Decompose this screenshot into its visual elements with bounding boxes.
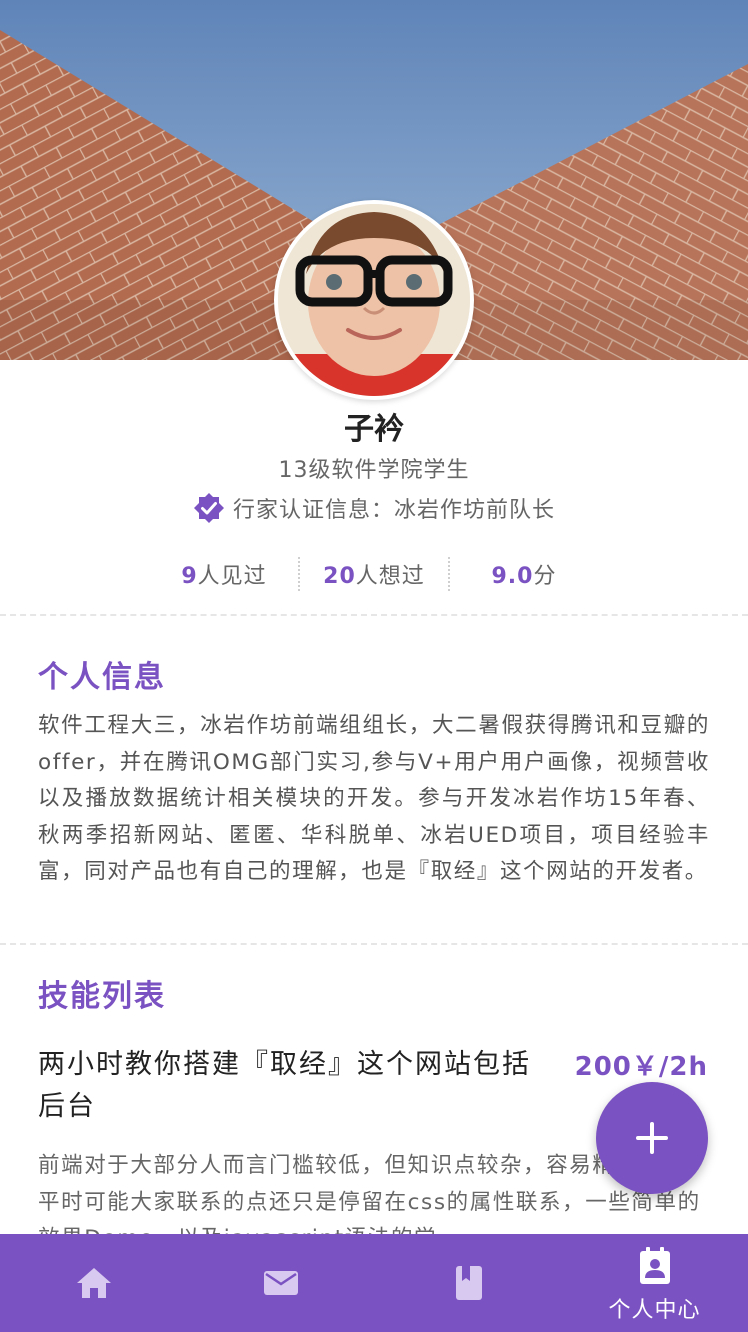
stat-wanted: 20人想过 (300, 558, 448, 590)
add-button[interactable] (596, 1082, 708, 1194)
tab-book[interactable] (374, 1234, 561, 1332)
section-divider (0, 943, 748, 945)
stat-seen: 9人见过 (150, 558, 298, 590)
avatar[interactable] (274, 200, 474, 400)
tab-home[interactable] (0, 1234, 187, 1332)
stat-wanted-label: 人想过 (355, 564, 425, 589)
stat-score-label: 分 (533, 564, 557, 589)
section-divider (0, 614, 748, 616)
skills-title: 技能列表 (38, 979, 166, 1014)
stats-row: 9人见过 20人想过 9.0分 (150, 556, 598, 592)
stat-score: 9.0分 (450, 558, 598, 590)
plus-icon (636, 1122, 668, 1154)
verification-row: 行家认证信息：冰岩作坊前队长 (0, 492, 748, 524)
tab-profile[interactable]: 个人中心 (561, 1234, 748, 1332)
tab-messages[interactable] (187, 1234, 374, 1332)
verification-text: 行家认证信息：冰岩作坊前队长 (232, 498, 555, 523)
profile-name: 子衿 (344, 412, 404, 447)
personal-info-content: 软件工程大三，冰岩作坊前端组组长，大二暑假获得腾讯和豆瓣的offer，并在腾讯O… (38, 713, 710, 884)
skill-item-price: 200￥/2h (574, 1052, 708, 1082)
tab-profile-label: 个人中心 (608, 1298, 701, 1323)
home-icon (76, 1268, 111, 1298)
bottom-tab-bar: 个人中心 (0, 1234, 748, 1332)
skill-item-title[interactable]: 两小时教你搭建『取经』这个网站包括后台 (38, 1044, 538, 1128)
book-icon (455, 1266, 482, 1300)
stat-wanted-count: 20 (323, 564, 356, 589)
stat-seen-count: 9 (181, 564, 198, 589)
personal-info-title: 个人信息 (38, 660, 166, 695)
profile-subtitle: 13级软件学院学生 (278, 458, 470, 483)
stat-seen-label: 人见过 (197, 564, 267, 589)
verified-badge-icon (193, 493, 224, 523)
profile-card-icon (639, 1247, 670, 1284)
stat-score-value: 9.0 (491, 564, 534, 589)
mail-icon (263, 1271, 298, 1295)
